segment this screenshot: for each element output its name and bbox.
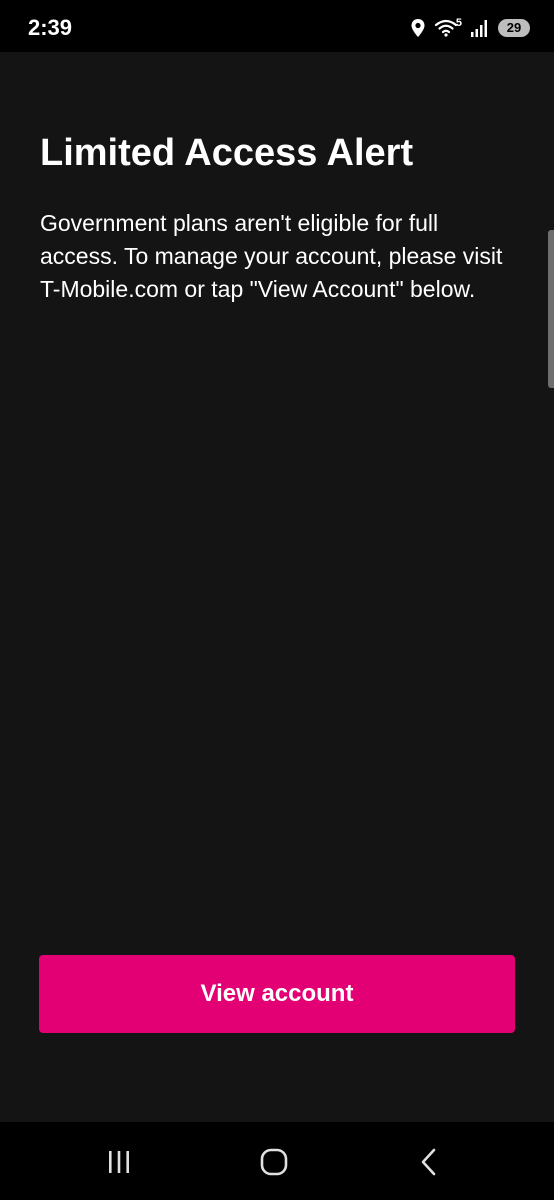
battery-icon: 29	[498, 19, 530, 37]
back-button[interactable]	[399, 1140, 459, 1184]
home-icon	[259, 1148, 289, 1176]
status-bar: 2:39 5 29	[0, 0, 554, 52]
limited-access-screen: 2:39 5 29 Limited Access Alert Governmen…	[0, 0, 554, 1200]
back-icon	[417, 1148, 441, 1176]
home-button[interactable]	[244, 1140, 304, 1184]
network-badge: 5	[455, 17, 462, 29]
recent-apps-icon	[105, 1149, 133, 1175]
location-icon	[410, 18, 426, 38]
page-title: Limited Access Alert	[40, 132, 414, 174]
status-time: 2:39	[28, 15, 73, 40]
status-icons: 5 29	[410, 15, 530, 41]
wifi-icon: 5	[434, 18, 462, 38]
alert-message: Government plans aren't eligible for ful…	[40, 210, 503, 302]
view-account-button[interactable]: View account	[39, 955, 515, 1033]
scroll-indicator[interactable]	[548, 230, 554, 388]
navigation-bar	[0, 1122, 554, 1200]
signal-icon	[470, 18, 490, 38]
recent-apps-button[interactable]	[89, 1140, 149, 1184]
